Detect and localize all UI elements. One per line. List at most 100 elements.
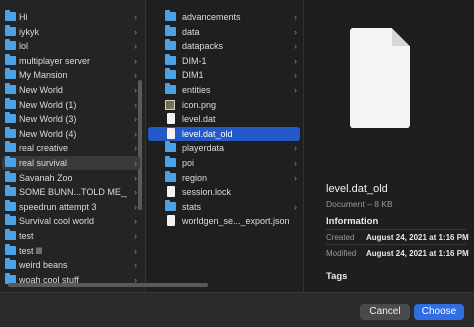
list-item[interactable]: datapacks › xyxy=(148,39,300,53)
chevron-right-icon: › xyxy=(134,114,137,125)
list-item[interactable]: entities › xyxy=(148,83,300,97)
list-item-label: session.lock xyxy=(182,187,232,198)
chevron-right-icon: › xyxy=(294,158,297,168)
folder-icon xyxy=(5,229,16,240)
folder-icon xyxy=(165,83,176,94)
list-item[interactable]: DIM-1 › xyxy=(148,53,300,68)
list-item[interactable]: playerdata › xyxy=(148,141,300,155)
list-item[interactable]: session.lock xyxy=(148,185,300,199)
document-preview-icon xyxy=(350,28,410,128)
chevron-right-icon: › xyxy=(294,55,297,66)
folder-icon xyxy=(5,170,16,182)
list-item-label: SOME BUNN...TOLD ME___ xyxy=(19,187,127,198)
chevron-right-icon: › xyxy=(134,85,137,95)
list-item[interactable]: Savanah Zoo › xyxy=(2,170,140,185)
chevron-right-icon: › xyxy=(134,216,137,227)
file-browser: Hi › iykyk › lol › multiplayer server › My Mansi… xyxy=(0,0,474,292)
list-item[interactable]: poi › xyxy=(148,156,300,170)
folder-icon xyxy=(165,170,176,182)
chevron-right-icon: › xyxy=(294,172,297,183)
folder-icon xyxy=(165,53,176,65)
folder-icon xyxy=(5,214,16,226)
list-item-label: multiplayer server xyxy=(19,55,91,66)
folder-column-worlds[interactable]: Hi › iykyk › lol › multiplayer server › My Mansi… xyxy=(0,0,146,292)
list-item[interactable]: level.dat_old xyxy=(148,126,300,141)
folder-icon xyxy=(165,24,176,36)
list-item[interactable]: New World (3) › xyxy=(2,112,140,126)
list-item[interactable]: New World (4) › xyxy=(2,126,140,141)
list-item[interactable]: data › xyxy=(148,24,300,39)
list-item-label: Savanah Zoo xyxy=(19,172,73,183)
chevron-right-icon: › xyxy=(134,201,137,212)
list-item-label: Survival cool world xyxy=(19,216,95,227)
chevron-right-icon: › xyxy=(134,26,137,37)
list-item[interactable]: weird beans › xyxy=(2,258,140,272)
list-item[interactable]: New World (1) › xyxy=(2,97,140,112)
list-item[interactable]: stats › xyxy=(148,199,300,214)
preview-pane: level.dat_old Document – 8 KB Informatio… xyxy=(304,0,474,292)
list-item[interactable]: test › xyxy=(2,229,140,243)
information-heading: Information xyxy=(326,216,379,227)
chevron-right-icon: › xyxy=(134,187,137,198)
list-item[interactable]: test lll › xyxy=(2,243,140,258)
list-item[interactable]: iykyk › xyxy=(2,24,140,39)
list-item-label: Hi xyxy=(19,12,28,22)
folder-icon xyxy=(165,39,176,51)
list-item[interactable]: My Mansion › xyxy=(2,68,140,82)
list-item[interactable]: Hi › xyxy=(2,10,140,24)
chevron-right-icon: › xyxy=(134,158,137,168)
folder-icon xyxy=(5,83,16,94)
chevron-right-icon: › xyxy=(294,70,297,81)
chevron-right-icon: › xyxy=(134,260,137,271)
cancel-button[interactable]: Cancel xyxy=(360,304,410,320)
list-item[interactable]: speedrun attempt 3 › xyxy=(2,199,140,214)
list-item-label: New World xyxy=(19,85,63,95)
list-item-label: level.dat xyxy=(182,114,216,125)
list-item-label: New World (1) xyxy=(19,99,77,110)
folder-column-world-contents[interactable]: advancements › data › datapacks › DIM-1 › DIM1 › e… xyxy=(146,0,304,292)
list-item[interactable]: region › xyxy=(148,170,300,185)
list-item[interactable]: multiplayer server › xyxy=(2,53,140,68)
chevron-right-icon: › xyxy=(134,12,137,22)
list-item-label: playerdata xyxy=(182,143,225,154)
document-icon xyxy=(167,127,175,139)
list-item[interactable]: SOME BUNN...TOLD ME___ › xyxy=(2,185,140,199)
list-item[interactable]: real survival › xyxy=(2,156,140,170)
list-item-label: poi xyxy=(182,158,195,168)
choose-button[interactable]: Choose xyxy=(414,304,464,320)
horizontal-scrollbar[interactable] xyxy=(8,283,208,287)
list-item[interactable]: worldgen_se..._export.json xyxy=(148,214,300,228)
list-item-label: iykyk xyxy=(19,26,39,37)
list-item-label: icon.png xyxy=(182,99,217,110)
folder-icon xyxy=(5,258,16,270)
list-item-label: DIM-1 xyxy=(182,55,207,66)
divider xyxy=(326,244,466,245)
list-item[interactable]: advancements › xyxy=(148,10,300,24)
list-item-label: real creative xyxy=(19,143,69,154)
list-item-label: worldgen_se..._export.json xyxy=(182,216,290,227)
chevron-right-icon: › xyxy=(294,85,297,95)
list-item[interactable]: icon.png xyxy=(148,98,300,112)
folder-icon xyxy=(5,68,16,80)
list-item[interactable]: Survival cool world › xyxy=(2,214,140,228)
list-item-label: advancements xyxy=(182,12,241,22)
modified-label: Modified xyxy=(326,249,357,258)
folder-icon xyxy=(5,112,16,124)
list-item-label: entities xyxy=(182,85,211,95)
list-item[interactable]: level.dat xyxy=(148,112,300,126)
list-item-label: weird beans xyxy=(19,260,68,271)
list-item[interactable]: real creative › xyxy=(2,141,140,155)
chevron-right-icon: › xyxy=(294,201,297,212)
folder-icon xyxy=(5,10,16,21)
divider xyxy=(326,229,466,230)
list-item-label: test xyxy=(19,231,34,241)
chevron-right-icon: › xyxy=(294,41,297,52)
list-item[interactable]: New World › xyxy=(2,83,140,97)
list-item-label: My Mansion xyxy=(19,70,68,81)
list-item[interactable]: lol › xyxy=(2,39,140,53)
chevron-right-icon: › xyxy=(294,12,297,22)
list-item-label: real survival xyxy=(19,158,68,168)
chevron-right-icon: › xyxy=(134,70,137,81)
folder-icon xyxy=(5,185,16,197)
list-item[interactable]: DIM1 › xyxy=(148,68,300,82)
